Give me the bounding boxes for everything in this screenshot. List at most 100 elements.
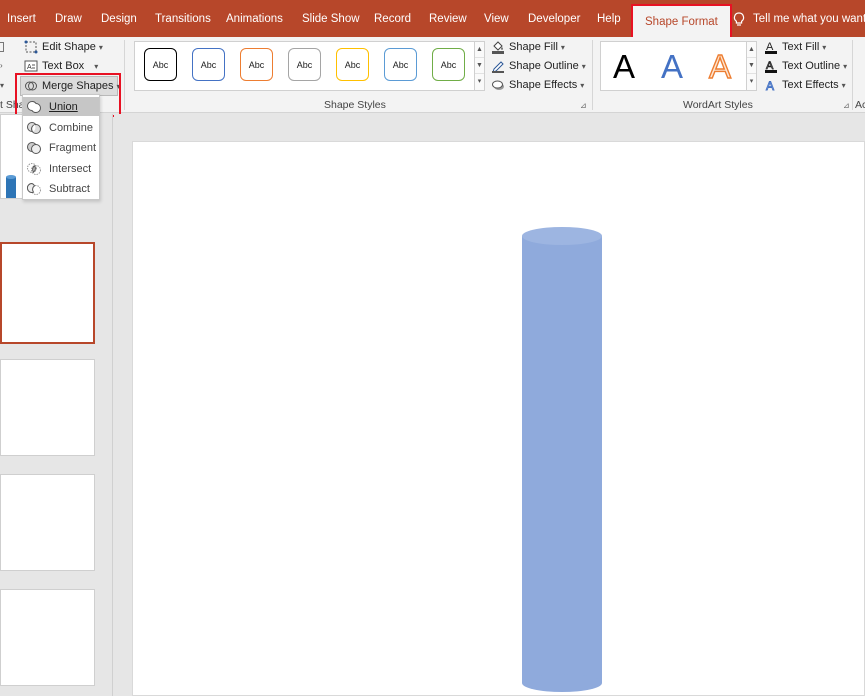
shape-effects-button[interactable]: Shape Effects ▾ [491,76,584,94]
intersect-icon [27,162,41,176]
text-effects-icon: A [764,78,778,94]
fragment-icon [27,141,41,155]
menu-item-fragment[interactable]: Fragment [23,138,99,157]
wordart-gallery-scroll[interactable]: ▲ ▼ ▾ [746,41,757,91]
group-divider [852,40,853,110]
menu-item-subtract[interactable]: Subtract [23,179,99,198]
tab-animations[interactable]: Animations [226,13,283,25]
shape-styles-group-label: Shape Styles [324,99,386,111]
shape-style-swatch[interactable]: Abc [144,48,177,81]
chevron-down-icon: ▾ [560,42,565,52]
chevron-down-icon: ▾ [98,42,103,52]
tab-developer[interactable]: Developer [528,13,580,25]
wordart-style-swatch[interactable]: A [613,48,635,86]
wordart-style-swatch[interactable]: A [708,47,731,86]
chevron-down-icon: ▾ [822,42,827,52]
shape-gallery-edge-icon [0,42,4,52]
shape-fill-label: Shape Fill [509,41,558,53]
tab-slide-show[interactable]: Slide Show [302,13,360,25]
paint-bucket-icon [491,40,505,54]
shape-style-swatch[interactable]: Abc [288,48,321,81]
shape-outline-label: Shape Outline [509,60,579,72]
slide-thumbnail[interactable] [0,589,95,686]
scroll-up-icon[interactable]: ▲ [747,42,756,58]
menu-item-label: Fragment [49,141,97,154]
chevron-down-icon: ▾ [0,81,5,90]
wordart-style-swatch[interactable]: A [661,48,683,86]
slide-thumbnail-pane [0,114,113,696]
scroll-down-icon[interactable]: ▼ [475,58,484,74]
slide-canvas[interactable] [132,141,865,696]
shape-fill-button[interactable]: Shape Fill ▾ [491,38,565,56]
tab-review[interactable]: Review [429,13,467,25]
tab-shape-format[interactable]: Shape Format [631,4,732,37]
shape-styles-gallery: Abc Abc Abc Abc Abc Abc Abc [134,41,476,91]
ribbon: › ▾ Edit Shape ▾ A Text Box ▾ Merge Shap… [0,37,865,113]
cylinder-shape[interactable] [522,226,602,693]
shape-style-swatch[interactable]: Abc [240,48,273,81]
menu-item-combine[interactable]: Combine [23,118,99,137]
dialog-launcher-icon[interactable]: ⊿ [843,101,850,110]
tab-view[interactable]: View [484,13,509,25]
menu-item-intersect[interactable]: Intersect [23,159,99,178]
accessibility-group-label: Ac [855,99,865,111]
text-outline-icon: A [764,59,778,73]
slide-thumbnail[interactable] [0,359,95,456]
menu-item-label: Subtract [49,182,90,195]
shape-outline-button[interactable]: Shape Outline ▾ [491,57,586,75]
shape-style-swatch[interactable]: Abc [192,48,225,81]
text-effects-button[interactable]: A Text Effects ▾ [764,76,846,94]
chevron-down-icon: ▾ [94,61,99,71]
chevron-down-icon: ▾ [843,61,848,71]
text-fill-icon: A [764,40,778,54]
chevron-right-icon: › [0,61,3,70]
edit-shape-label: Edit Shape [42,41,96,53]
shape-style-swatch[interactable]: Abc [432,48,465,81]
text-outline-label: Text Outline [782,60,841,72]
dialog-launcher-icon[interactable]: ⊿ [580,101,587,110]
tab-insert[interactable]: Insert [7,13,36,25]
pen-outline-icon [491,59,505,73]
shape-style-swatch[interactable]: Abc [384,48,417,81]
slide-thumbnail[interactable] [0,474,95,571]
tab-record[interactable]: Record [374,13,411,25]
svg-text:A: A [766,79,774,92]
text-effects-label: Text Effects [782,79,839,91]
wordart-gallery: A A A [600,41,748,91]
more-icon[interactable]: ▾ [475,74,484,90]
ribbon-tab-bar: Insert Draw Design Transitions Animation… [0,0,865,37]
chevron-down-icon: ▾ [580,80,585,90]
tab-draw[interactable]: Draw [55,13,82,25]
tab-help[interactable]: Help [597,13,621,25]
tab-design[interactable]: Design [101,13,137,25]
shape-styles-gallery-scroll[interactable]: ▲ ▼ ▾ [474,41,485,91]
text-fill-button[interactable]: A Text Fill ▾ [764,38,826,56]
svg-text:A: A [27,64,32,71]
menu-item-union[interactable]: Union [23,97,99,116]
shape-effects-label: Shape Effects [509,79,578,91]
text-fill-label: Text Fill [782,41,820,53]
wordart-styles-group-label: WordArt Styles [683,99,753,111]
text-box-icon: A [24,59,38,73]
shape-effects-icon [491,78,505,92]
tab-transitions[interactable]: Transitions [155,13,211,25]
more-icon[interactable]: ▾ [747,74,756,90]
text-outline-button[interactable]: A Text Outline ▾ [764,57,847,75]
menu-item-label: Union [49,100,78,113]
merge-shapes-menu: Union Combine Fragment Intersect Subtrac… [22,94,100,200]
subtract-icon [26,182,41,196]
edit-shape-button[interactable]: Edit Shape ▾ [24,38,103,56]
union-icon [27,100,41,114]
chevron-down-icon: ▾ [581,61,586,71]
group-divider [124,40,125,110]
slide-thumbnail-selected[interactable] [0,242,95,344]
menu-item-label: Combine [49,121,94,134]
menu-item-label: Intersect [49,162,92,175]
scroll-up-icon[interactable]: ▲ [475,42,484,58]
scroll-down-icon[interactable]: ▼ [747,58,756,74]
shape-style-swatch[interactable]: Abc [336,48,369,81]
lightbulb-icon [733,12,745,26]
text-box-label: Text Box [42,60,85,72]
edit-shape-icon [24,40,38,54]
group-divider [592,40,593,110]
